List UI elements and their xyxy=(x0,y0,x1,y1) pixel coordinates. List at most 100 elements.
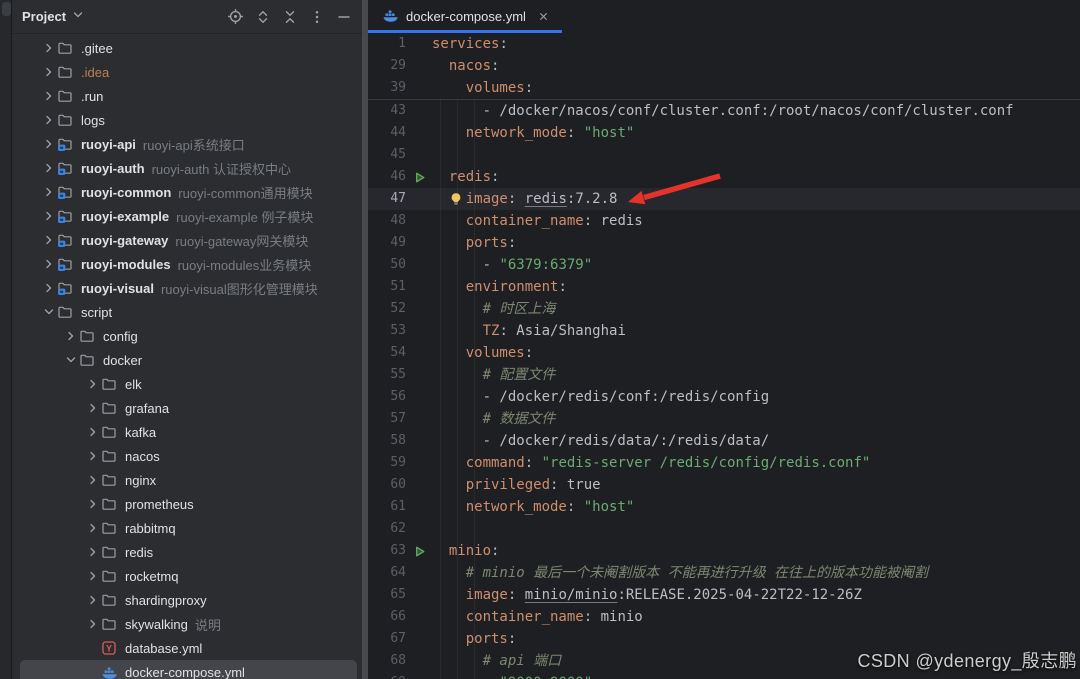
collapse-all-icon[interactable] xyxy=(281,8,298,25)
chevron-right-icon[interactable] xyxy=(40,40,57,56)
code-line-54[interactable]: 54 volumes: xyxy=(368,342,1080,364)
chevron-right-icon[interactable] xyxy=(84,592,101,608)
chevron-right-icon[interactable] xyxy=(84,472,101,488)
run-icon[interactable] xyxy=(406,540,432,562)
code-line-47[interactable]: 47 image: redis:7.2.8 xyxy=(368,188,1080,210)
hide-icon[interactable] xyxy=(335,8,352,25)
code-line-50[interactable]: 50 - "6379:6379" xyxy=(368,254,1080,276)
chevron-right-icon[interactable] xyxy=(84,568,101,584)
run-icon[interactable] xyxy=(406,166,432,188)
tab-docker-compose[interactable]: docker-compose.yml xyxy=(368,0,562,33)
tree-item-config[interactable]: config xyxy=(12,324,362,348)
code-line-64[interactable]: 64 # minio 最后一个未阉割版本 不能再进行升级 在往上的版本功能被阉割 xyxy=(368,562,1080,584)
chevron-right-icon[interactable] xyxy=(40,184,57,200)
code-line-65[interactable]: 65 image: minio/minio:RELEASE.2025-04-22… xyxy=(368,584,1080,606)
project-selector[interactable]: Project xyxy=(22,7,86,26)
chevron-right-icon[interactable] xyxy=(40,112,57,128)
tree-item-ruoyi-visual[interactable]: ruoyi-visualruoyi-visual图形化管理模块 xyxy=(12,276,362,300)
tree-item-ruoyi-api[interactable]: ruoyi-apiruoyi-api系统接口 xyxy=(12,132,362,156)
tree-item-ruoyi-modules[interactable]: ruoyi-modulesruoyi-modules业务模块 xyxy=(12,252,362,276)
chevron-right-icon[interactable] xyxy=(40,136,57,152)
locate-icon[interactable] xyxy=(227,8,244,25)
chevron-right-icon[interactable] xyxy=(62,328,79,344)
chevron-right-icon[interactable] xyxy=(84,544,101,560)
tree-item-kafka[interactable]: kafka xyxy=(12,420,362,444)
code-line-58[interactable]: 58 - /docker/redis/data/:/redis/data/ xyxy=(368,430,1080,452)
folder-icon xyxy=(101,472,119,488)
tree-item-rabbitmq[interactable]: rabbitmq xyxy=(12,516,362,540)
docker-icon xyxy=(382,7,399,26)
more-icon[interactable] xyxy=(308,8,325,25)
tree-item-ruoyi-auth[interactable]: ruoyi-authruoyi-auth 认证授权中心 xyxy=(12,156,362,180)
code-line-62[interactable]: 62 xyxy=(368,518,1080,540)
code-line-55[interactable]: 55 # 配置文件 xyxy=(368,364,1080,386)
code-line-60[interactable]: 60 privileged: true xyxy=(368,474,1080,496)
tree-item-label: nacos xyxy=(125,449,160,464)
code-line-66[interactable]: 66 container_name: minio xyxy=(368,606,1080,628)
tool-window-button[interactable] xyxy=(2,2,11,16)
code-line-43[interactable]: 43 - /docker/nacos/conf/cluster.conf:/ro… xyxy=(368,100,1080,122)
chevron-right-icon[interactable] xyxy=(84,376,101,392)
chevron-right-icon[interactable] xyxy=(84,424,101,440)
sticky-line-1[interactable]: 1services: xyxy=(368,33,1080,55)
code-line-48[interactable]: 48 container_name: redis xyxy=(368,210,1080,232)
chevron-right-icon[interactable] xyxy=(40,160,57,176)
tree-item-run[interactable]: .run xyxy=(12,84,362,108)
code-line-45[interactable]: 45 xyxy=(368,144,1080,166)
code-line-46[interactable]: 46 redis: xyxy=(368,166,1080,188)
folder-icon xyxy=(101,568,119,584)
chevron-right-icon[interactable] xyxy=(40,88,57,104)
chevron-right-icon[interactable] xyxy=(84,448,101,464)
code-line-61[interactable]: 61 network_mode: "host" xyxy=(368,496,1080,518)
chevron-down-icon[interactable] xyxy=(62,352,79,368)
code-line-56[interactable]: 56 - /docker/redis/conf:/redis/config xyxy=(368,386,1080,408)
chevron-right-icon[interactable] xyxy=(40,256,57,272)
tree-item-logs[interactable]: logs xyxy=(12,108,362,132)
code-text: container_name: minio xyxy=(432,606,1080,628)
tree-item-redis[interactable]: redis xyxy=(12,540,362,564)
sticky-line-39[interactable]: 39 volumes: xyxy=(368,77,1080,99)
expand-all-icon[interactable] xyxy=(254,8,271,25)
tree-item-label: script xyxy=(81,305,112,320)
chevron-right-icon[interactable] xyxy=(40,232,57,248)
tree-item-docker[interactable]: docker xyxy=(12,348,362,372)
code-line-53[interactable]: 53 TZ: Asia/Shanghai xyxy=(368,320,1080,342)
chevron-right-icon[interactable] xyxy=(84,400,101,416)
tree-item-ruoyi-common[interactable]: ruoyi-commonruoyi-common通用模块 xyxy=(12,180,362,204)
code-line-59[interactable]: 59 command: "redis-server /redis/config/… xyxy=(368,452,1080,474)
tree-item-gitee[interactable]: .gitee xyxy=(12,36,362,60)
code-line-44[interactable]: 44 network_mode: "host" xyxy=(368,122,1080,144)
close-icon[interactable] xyxy=(537,10,550,23)
tree-item-ruoyi-gateway[interactable]: ruoyi-gatewayruoyi-gateway网关模块 xyxy=(12,228,362,252)
chevron-right-icon[interactable] xyxy=(84,496,101,512)
code-line-52[interactable]: 52 # 时区上海 xyxy=(368,298,1080,320)
tree-item-elk[interactable]: elk xyxy=(12,372,362,396)
code-line-57[interactable]: 57 # 数据文件 xyxy=(368,408,1080,430)
tree-item-label: redis xyxy=(125,545,153,560)
chevron-right-icon[interactable] xyxy=(40,64,57,80)
chevron-right-icon[interactable] xyxy=(84,520,101,536)
chevron-right-icon[interactable] xyxy=(84,616,101,632)
code-line-63[interactable]: 63 minio: xyxy=(368,540,1080,562)
tree-item-ruoyi-example[interactable]: ruoyi-exampleruoyi-example 例子模块 xyxy=(12,204,362,228)
tree-item-database-yml[interactable]: Ydatabase.yml xyxy=(12,636,362,660)
tree-item-idea[interactable]: .idea xyxy=(12,60,362,84)
chevron-right-icon[interactable] xyxy=(40,280,57,296)
tree-item-script[interactable]: script xyxy=(12,300,362,324)
tree-item-nacos[interactable]: nacos xyxy=(12,444,362,468)
tree-item-shardingproxy[interactable]: shardingproxy xyxy=(12,588,362,612)
tree-item-prometheus[interactable]: prometheus xyxy=(12,492,362,516)
intention-bulb-icon[interactable] xyxy=(448,191,464,207)
tree-item-rocketmq[interactable]: rocketmq xyxy=(12,564,362,588)
code-text: environment: xyxy=(432,276,1080,298)
tree-item-nginx[interactable]: nginx xyxy=(12,468,362,492)
code-line-69[interactable]: 69 - "9000:9000" xyxy=(368,672,1080,679)
tree-item-skywalking[interactable]: skywalking说明 xyxy=(12,612,362,636)
chevron-down-icon[interactable] xyxy=(40,304,57,320)
tree-item-grafana[interactable]: grafana xyxy=(12,396,362,420)
code-line-51[interactable]: 51 environment: xyxy=(368,276,1080,298)
tree-item-docker-compose-yml[interactable]: docker-compose.yml xyxy=(20,660,357,679)
sticky-line-29[interactable]: 29 nacos: xyxy=(368,55,1080,77)
code-line-49[interactable]: 49 ports: xyxy=(368,232,1080,254)
chevron-right-icon[interactable] xyxy=(40,208,57,224)
